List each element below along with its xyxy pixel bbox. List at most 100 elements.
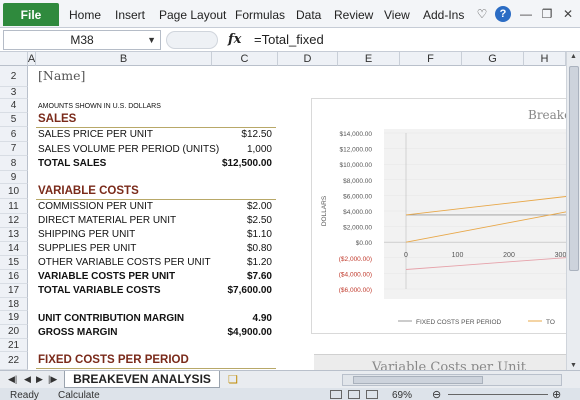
name-box[interactable]: M38 ▼ <box>3 30 161 50</box>
tab-formulas[interactable]: Formulas <box>235 8 285 22</box>
unit-contribution-value[interactable]: 4.90 <box>212 313 272 324</box>
tab-view[interactable]: View <box>384 8 410 22</box>
row-header[interactable]: 3 <box>0 87 28 99</box>
scroll-up-icon[interactable]: ▲ <box>570 53 577 60</box>
row-header[interactable]: 12 <box>0 214 28 228</box>
row-header[interactable]: 13 <box>0 228 28 242</box>
other-variable-label[interactable]: Other variable costs per unit <box>38 257 211 268</box>
shipping-value[interactable]: $1.10 <box>212 229 272 240</box>
row-header[interactable]: 22 <box>0 352 28 370</box>
row-header[interactable]: 11 <box>0 199 28 214</box>
restore-icon[interactable]: ❐ <box>539 6 555 22</box>
select-all-corner[interactable] <box>0 52 28 66</box>
row-header[interactable]: 6 <box>0 127 28 142</box>
chevron-down-icon[interactable]: ▼ <box>147 35 156 45</box>
insert-sheet-icon[interactable]: ❏ <box>228 373 244 386</box>
column-header-h[interactable]: H <box>524 52 566 66</box>
variable-per-unit-value[interactable]: $7.60 <box>212 271 272 282</box>
horizontal-scrollbar[interactable] <box>342 374 562 386</box>
row-header[interactable]: 9 <box>0 171 28 184</box>
row-header[interactable]: 17 <box>0 284 28 298</box>
last-sheet-icon[interactable]: |▶ <box>48 374 57 385</box>
function-icon[interactable]: fx <box>228 32 241 47</box>
row-header[interactable]: 2 <box>0 66 28 87</box>
sales-price-value[interactable]: $12.50 <box>212 129 272 140</box>
commission-value[interactable]: $2.00 <box>212 201 272 212</box>
row-header[interactable]: 15 <box>0 256 28 270</box>
tab-page-layout[interactable]: Page Layout <box>159 8 226 22</box>
direct-material-label[interactable]: Direct material per unit <box>38 215 176 226</box>
units-note[interactable]: AMOUNTS SHOWN IN U.S. DOLLARS <box>38 103 161 110</box>
formula-bar-grip[interactable] <box>166 31 218 49</box>
name-placeholder-cell[interactable]: [Name] <box>38 68 85 83</box>
total-sales-label[interactable]: TOTAL SALES <box>38 158 106 169</box>
row-header[interactable]: 21 <box>0 339 28 352</box>
column-header-g[interactable]: G <box>462 52 524 66</box>
previous-sheet-icon[interactable]: ◀ <box>24 374 31 385</box>
supplies-label[interactable]: Supplies per unit <box>38 243 136 254</box>
row-header[interactable]: 5 <box>0 113 28 127</box>
direct-material-value[interactable]: $2.50 <box>212 215 272 226</box>
page-layout-view-icon[interactable] <box>348 390 360 399</box>
row-header[interactable]: 16 <box>0 270 28 284</box>
tab-review[interactable]: Review <box>334 8 373 22</box>
tab-add-ins[interactable]: Add-Ins <box>423 8 464 22</box>
file-tab[interactable]: File <box>3 3 59 26</box>
supplies-value[interactable]: $0.80 <box>212 243 272 254</box>
help-icon[interactable]: ? <box>495 6 511 22</box>
zoom-in-icon[interactable]: ⊕ <box>552 388 561 400</box>
total-variable-label[interactable]: TOTAL VARIABLE COSTS <box>38 285 161 296</box>
row-header[interactable]: 10 <box>0 184 28 199</box>
unit-contribution-label[interactable]: UNIT CONTRIBUTION MARGIN <box>38 313 184 324</box>
sales-volume-value[interactable]: 1,000 <box>212 144 272 155</box>
status-calculate[interactable]: Calculate <box>58 390 100 400</box>
total-variable-value[interactable]: $7,600.00 <box>200 285 273 296</box>
row-header[interactable]: 7 <box>0 142 28 156</box>
page-break-view-icon[interactable] <box>366 390 378 399</box>
first-sheet-icon[interactable]: ◀| <box>8 374 17 385</box>
y-tick-label: $14,000.00 <box>339 131 372 138</box>
sales-volume-label[interactable]: SALES VOLUME PER PERIOD (UNITS) <box>38 144 219 155</box>
normal-view-icon[interactable] <box>330 390 342 399</box>
shipping-label[interactable]: Shipping per unit <box>38 229 135 240</box>
gross-margin-label[interactable]: GROSS MARGIN <box>38 327 117 338</box>
row-header[interactable]: 19 <box>0 311 28 325</box>
row-header[interactable]: 14 <box>0 242 28 256</box>
zoom-out-icon[interactable]: ⊖ <box>432 388 441 400</box>
sales-heading[interactable]: SALES <box>38 113 76 125</box>
column-header-d[interactable]: D <box>278 52 338 66</box>
column-header-a[interactable]: A <box>28 52 36 66</box>
close-icon[interactable]: ✕ <box>560 6 576 22</box>
scroll-down-icon[interactable]: ▼ <box>570 362 577 369</box>
minimize-icon[interactable]: — <box>518 6 534 22</box>
other-variable-value[interactable]: $1.20 <box>212 257 272 268</box>
row-header[interactable]: 20 <box>0 325 28 339</box>
vertical-scrollbar[interactable]: ▲ ▼ <box>566 52 580 370</box>
formula-input[interactable]: =Total_fixed <box>254 32 324 47</box>
tab-home[interactable]: Home <box>69 8 101 22</box>
row-header[interactable]: 18 <box>0 298 28 311</box>
sheet-tab-breakeven[interactable]: BREAKEVEN ANALYSIS <box>64 371 220 388</box>
column-header-c[interactable]: C <box>212 52 278 66</box>
variable-costs-heading[interactable]: VARIABLE COSTS <box>38 185 139 197</box>
vertical-scroll-thumb[interactable] <box>569 66 579 271</box>
next-sheet-icon[interactable]: ▶ <box>36 374 43 385</box>
variable-per-unit-label[interactable]: VARIABLE COSTS PER UNIT <box>38 271 175 282</box>
tab-data[interactable]: Data <box>296 8 321 22</box>
column-header-f[interactable]: F <box>400 52 462 66</box>
column-header-e[interactable]: E <box>338 52 400 66</box>
fixed-costs-heading[interactable]: FIXED COSTS PER PERIOD <box>38 354 189 366</box>
sales-price-label[interactable]: SALES PRICE PER UNIT <box>38 129 153 140</box>
horizontal-scroll-thumb[interactable] <box>353 376 483 384</box>
total-sales-value[interactable]: $12,500.00 <box>200 158 272 169</box>
row-header[interactable]: 4 <box>0 99 28 113</box>
breakeven-chart[interactable]: Breake $14,000.00 $12,000.00 $10,000.00 $8,0… <box>311 98 580 334</box>
zoom-level[interactable]: 69% <box>392 390 412 400</box>
row-header[interactable]: 8 <box>0 156 28 171</box>
column-header-b[interactable]: B <box>36 52 212 66</box>
tab-insert[interactable]: Insert <box>115 8 145 22</box>
heart-icon[interactable]: ♡ <box>474 6 490 22</box>
commission-label[interactable]: Commission per unit <box>38 201 153 212</box>
gross-margin-value[interactable]: $4,900.00 <box>200 327 273 338</box>
zoom-slider[interactable] <box>448 394 548 395</box>
